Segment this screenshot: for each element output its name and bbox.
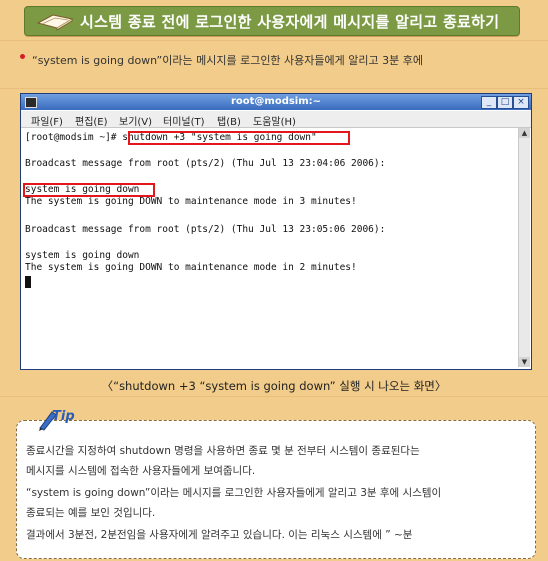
menu-tabs[interactable]: 탭(B) (217, 113, 241, 128)
window-titlebar[interactable]: root@modsim:~ _ □ × (21, 94, 531, 110)
bullet-text: “system is going down”이라는 메시지를 로그인한 사용자들… (32, 54, 423, 67)
terminal-line: Broadcast message from root (pts/2) (Thu… (25, 224, 386, 235)
minimize-button[interactable]: _ (481, 96, 497, 109)
menu-bar: 파일(F) 편집(E) 보기(V) 터미널(T) 탭(B) 도움말(H) (21, 111, 531, 128)
scroll-up-icon[interactable]: ▲ (519, 128, 530, 138)
terminal-line: The system is going DOWN to maintenance … (25, 262, 357, 273)
menu-help[interactable]: 도움말(H) (253, 113, 296, 128)
tip-line: 결과에서 3분전, 2분전임을 사용자에게 알려주고 있습니다. 이는 리눅스 … (26, 529, 413, 541)
terminal-output[interactable]: [root@modsim ~]# shutdown +3 "system is … (23, 128, 517, 367)
terminal-cursor (25, 276, 31, 288)
tip-line: 메시지를 시스템에 접속한 사용자들에게 보여줍니다. (26, 465, 256, 477)
terminal-window: root@modsim:~ _ □ × 파일(F) 편집(E) 보기(V) 터미… (20, 93, 532, 370)
figure-caption: 〈“shutdown +3 “system is going down” 실행 … (101, 379, 447, 393)
close-button[interactable]: × (513, 96, 529, 109)
menu-edit[interactable]: 편집(E) (75, 113, 108, 128)
window-title: root@modsim:~ (230, 96, 322, 107)
highlight-message (23, 183, 155, 197)
terminal-line: The system is going DOWN to maintenance … (25, 196, 357, 207)
tip-line: 종료되는 예를 보인 것입니다. (26, 507, 156, 519)
wood-grain (0, 88, 548, 89)
tip-label: Tip (52, 409, 75, 424)
scroll-down-icon[interactable]: ▼ (519, 357, 530, 367)
tip-line: 종료시간을 지정하여 shutdown 명령을 사용하면 종료 몇 분 전부터 … (26, 445, 420, 457)
highlight-command (128, 131, 350, 145)
tip-line: “system is going down”이라는 메시지를 로그인한 사용자들… (26, 487, 442, 499)
scrollbar[interactable]: ▲ ▼ (518, 128, 530, 367)
menu-file[interactable]: 파일(F) (31, 113, 63, 128)
page-title: 시스템 종료 전에 로그인한 사용자에게 메시지를 알리고 종료하기 (80, 13, 500, 31)
wood-grain (0, 40, 548, 41)
book-icon (36, 14, 74, 31)
terminal-line: Broadcast message from root (pts/2) (Thu… (25, 158, 386, 169)
menu-view[interactable]: 보기(V) (119, 113, 152, 128)
maximize-button[interactable]: □ (497, 96, 513, 109)
bullet-icon (20, 54, 25, 59)
terminal-line: system is going down (25, 250, 140, 261)
wood-grain (0, 396, 548, 397)
menu-terminal[interactable]: 터미널(T) (163, 113, 205, 128)
